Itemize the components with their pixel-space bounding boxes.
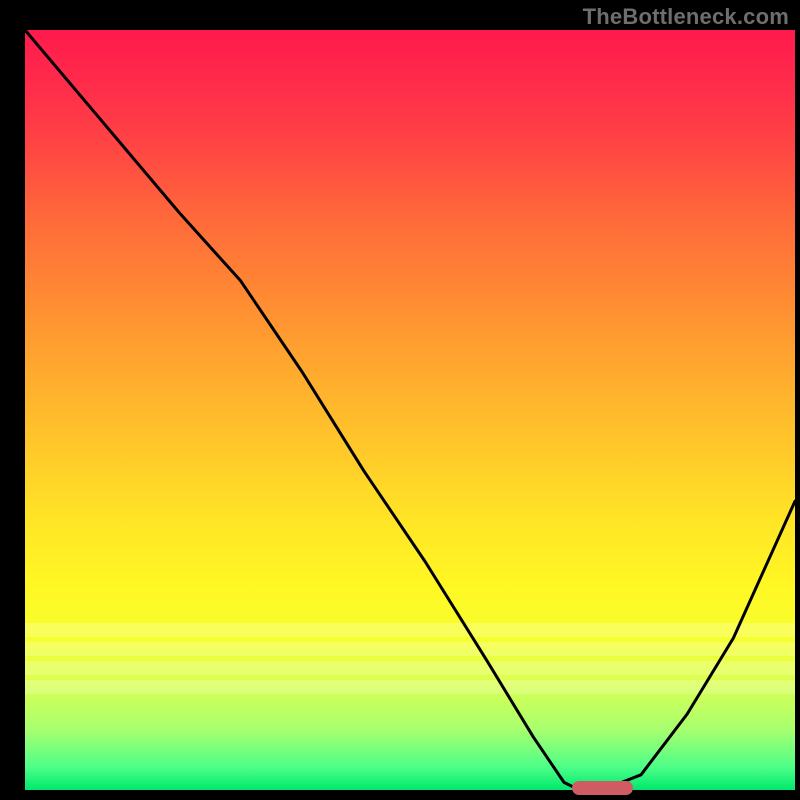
pale-band-3 — [25, 661, 795, 675]
bottleneck-curve — [25, 30, 795, 790]
x-axis-baseline — [25, 795, 795, 797]
pale-band-1 — [25, 623, 795, 637]
watermark-text: TheBottleneck.com — [583, 4, 789, 30]
chart-frame: TheBottleneck.com — [25, 0, 795, 795]
plot-area — [25, 30, 795, 790]
optimal-marker — [572, 781, 634, 795]
pale-band-4 — [25, 680, 795, 694]
pale-band-2 — [25, 642, 795, 656]
